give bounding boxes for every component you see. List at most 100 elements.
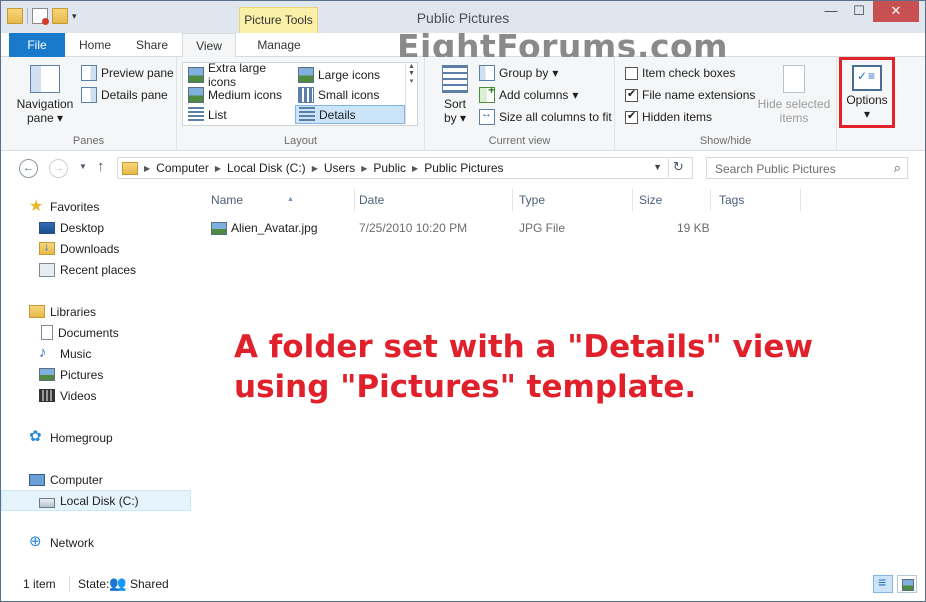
- navigation-pane: ★ Favorites Desktop Downloads Recent pla…: [1, 185, 193, 571]
- recent-locations-chevron-icon[interactable]: ▼: [79, 162, 87, 171]
- column-header-type[interactable]: Type: [513, 189, 633, 211]
- breadcrumb-separator[interactable]: ▶: [144, 164, 150, 173]
- nav-videos[interactable]: Videos: [1, 385, 191, 406]
- breadcrumb-users[interactable]: Users: [324, 161, 355, 175]
- search-placeholder: Search Public Pictures: [715, 162, 836, 176]
- extra-large-icons-icon: [188, 66, 204, 83]
- search-icon[interactable]: ⌕: [894, 160, 901, 176]
- hidden-items-label: Hidden items: [642, 110, 713, 124]
- large-icons-icon: [298, 66, 314, 83]
- group-by-label: Group by: [499, 66, 549, 80]
- state-label: State:: [78, 577, 110, 591]
- breadcrumb-separator[interactable]: ▶: [412, 164, 418, 173]
- layout-small-icons[interactable]: Small icons: [295, 85, 405, 104]
- up-button[interactable]: ↑: [97, 158, 105, 175]
- nav-desktop[interactable]: Desktop: [1, 217, 191, 238]
- videos-icon: [39, 389, 55, 402]
- column-header-name[interactable]: Name ▲: [205, 189, 355, 211]
- hidden-items-checkbox[interactable]: [625, 109, 638, 124]
- nav-label: Libraries: [50, 304, 97, 319]
- nav-label: Local Disk (C:): [60, 493, 139, 508]
- column-header-size[interactable]: Size: [633, 189, 711, 211]
- column-header-tags[interactable]: Tags: [713, 189, 801, 211]
- group-by-button[interactable]: Group by ▾: [479, 63, 558, 83]
- size-columns-icon: [479, 108, 495, 125]
- table-row[interactable]: Alien_Avatar.jpg 7/25/2010 10:20 PM JPG …: [205, 218, 725, 240]
- tab-home[interactable]: Home: [71, 33, 119, 57]
- status-bar: 1 item State: 👥 Shared: [1, 571, 925, 601]
- nav-documents[interactable]: Documents: [1, 322, 191, 343]
- layout-extra-large-icons[interactable]: Extra large icons: [185, 61, 293, 89]
- refresh-icon[interactable]: ↻: [668, 159, 688, 177]
- details-pane-button[interactable]: Details pane: [81, 85, 168, 105]
- address-dropdown-icon[interactable]: ▼: [653, 162, 662, 172]
- tab-view[interactable]: View: [182, 33, 236, 58]
- downloads-icon: [39, 241, 55, 255]
- file-name-extensions-checkbox[interactable]: [625, 87, 638, 102]
- large-icons-view-button[interactable]: [897, 575, 917, 593]
- close-button[interactable]: ✕: [873, 1, 919, 22]
- nav-computer[interactable]: Computer: [1, 469, 191, 490]
- file-name-extensions-toggle[interactable]: File name extensions: [625, 85, 755, 105]
- layout-list[interactable]: List: [185, 105, 293, 124]
- layout-medium-icons[interactable]: Medium icons: [185, 85, 293, 104]
- details-icon: [299, 106, 315, 123]
- status-separator: [69, 576, 70, 592]
- layout-details[interactable]: Details: [295, 105, 405, 124]
- nav-recent-places[interactable]: Recent places: [1, 259, 191, 280]
- pictures-icon: [39, 368, 55, 381]
- breadcrumb-separator[interactable]: ▶: [361, 164, 367, 173]
- nav-music[interactable]: ♪ Music: [1, 343, 191, 364]
- preview-pane-icon: [81, 65, 97, 81]
- search-input[interactable]: Search Public Pictures ⌕: [706, 157, 908, 179]
- forward-button[interactable]: →: [49, 159, 68, 178]
- details-pane-label: Details pane: [101, 88, 168, 102]
- options-highlight-box: [839, 57, 895, 128]
- hidden-items-toggle[interactable]: Hidden items: [625, 107, 712, 127]
- size-all-columns-button[interactable]: Size all columns to fit: [479, 107, 612, 127]
- navigation-pane-button[interactable]: Navigation pane ▾: [13, 65, 77, 125]
- nav-label: Downloads: [60, 241, 120, 256]
- nav-local-disk[interactable]: Local Disk (C:): [1, 490, 191, 511]
- add-columns-button[interactable]: Add columns ▾: [479, 83, 578, 105]
- item-check-boxes-checkbox[interactable]: [625, 66, 638, 80]
- sort-by-icon: [442, 65, 468, 93]
- navigation-pane-label: Navigation pane: [16, 97, 74, 125]
- network-icon: ⊕: [29, 532, 42, 550]
- layout-large-icons[interactable]: Large icons: [295, 65, 405, 84]
- sort-by-button[interactable]: Sort by ▾: [437, 65, 473, 125]
- file-name-extensions-label: File name extensions: [642, 88, 756, 102]
- hide-selected-items-button[interactable]: Hide selected items: [757, 65, 831, 125]
- tab-share[interactable]: Share: [127, 33, 177, 57]
- preview-pane-button[interactable]: Preview pane: [81, 63, 174, 83]
- details-view-button[interactable]: [873, 574, 893, 593]
- nav-favorites[interactable]: ★ Favorites: [1, 196, 191, 217]
- show-hide-group-label: Show/hide: [699, 135, 752, 147]
- nav-network[interactable]: ⊕ Network: [1, 532, 191, 553]
- window-title: Public Pictures: [416, 10, 510, 26]
- hide-selected-items-label: Hide selected items: [757, 97, 831, 125]
- tab-manage[interactable]: Manage: [241, 33, 317, 57]
- column-header-date[interactable]: Date: [353, 189, 513, 211]
- nav-downloads[interactable]: Downloads: [1, 238, 191, 259]
- nav-libraries[interactable]: Libraries: [1, 301, 191, 322]
- item-check-boxes-toggle[interactable]: Item check boxes: [625, 63, 735, 83]
- breadcrumb-local-disk[interactable]: Local Disk (C:): [227, 161, 306, 175]
- maximize-button[interactable]: ☐: [845, 1, 873, 22]
- breadcrumb-public-pictures[interactable]: Public Pictures: [424, 161, 503, 175]
- breadcrumb-computer[interactable]: Computer: [156, 161, 209, 175]
- breadcrumb-separator[interactable]: ▶: [312, 164, 318, 173]
- minimize-button[interactable]: —: [817, 1, 845, 22]
- nav-pictures[interactable]: Pictures: [1, 364, 191, 385]
- details-pane-icon: [81, 87, 97, 103]
- tab-file[interactable]: File: [9, 33, 65, 57]
- breadcrumb-separator[interactable]: ▶: [215, 164, 221, 173]
- back-button[interactable]: ←: [19, 159, 38, 178]
- address-bar[interactable]: ▶ Computer ▶ Local Disk (C:) ▶ Users ▶ P…: [117, 157, 693, 179]
- breadcrumb-public[interactable]: Public: [373, 161, 406, 175]
- desktop-icon: [39, 221, 55, 234]
- layout-item-label: List: [208, 107, 227, 122]
- layout-gallery-scroll[interactable]: ▲ ▼ ▾: [405, 63, 417, 125]
- list-icon: [188, 106, 204, 123]
- nav-homegroup[interactable]: ✿ Homegroup: [1, 427, 191, 448]
